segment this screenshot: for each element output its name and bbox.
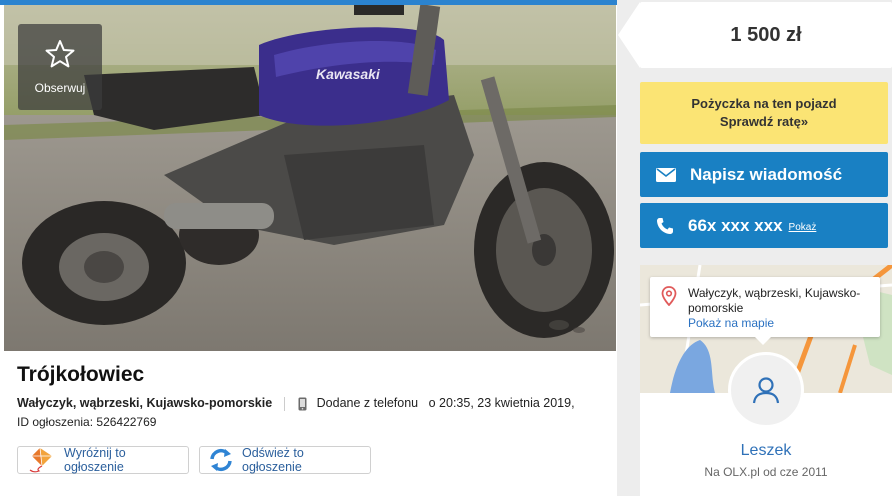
star-icon <box>45 40 75 68</box>
ad-id-label: ID ogłoszenia: <box>17 415 94 429</box>
kite-icon <box>26 447 56 473</box>
added-at: o 20:35, 23 kwietnia 2019, <box>428 396 575 410</box>
promote-button[interactable]: Wyróżnij to ogłoszenie <box>17 446 189 474</box>
seller-since: Na OLX.pl od cze 2011 <box>704 465 828 479</box>
refresh-label: Odśwież to ogłoszenie <box>242 446 304 474</box>
meta-divider <box>283 396 285 411</box>
listing-panel: Kawasaki Obserwuj Trójkołowiec Wałyczyk,… <box>0 0 617 496</box>
loan-line2: Sprawdź ratę» <box>719 114 809 129</box>
seller-card: Wałyczyk, wąbrzeski, Kujawsko-pomorskie … <box>640 265 892 496</box>
mobile-phone-icon <box>298 397 307 411</box>
price-value: 1 500 zł <box>730 23 802 46</box>
listing-title: Trójkołowiec <box>17 363 145 386</box>
location-address: Wałyczyk, wąbrzeski, Kujawsko-pomorskie <box>688 286 861 315</box>
sidebar: 1 500 zł Pożyczka na ten pojazd Sprawdź … <box>618 0 892 496</box>
refresh-icon <box>208 448 234 472</box>
phone-show-link[interactable]: Pokaż <box>789 222 817 233</box>
listing-meta: Wałyczyk, wąbrzeski, Kujawsko-pomorskie … <box>17 396 575 411</box>
ad-id-line: ID ogłoszenia: 526422769 <box>17 415 156 429</box>
listing-photo[interactable]: Kawasaki Obserwuj <box>4 5 616 351</box>
ad-id-value: 526422769 <box>96 415 157 429</box>
envelope-icon <box>656 167 676 182</box>
loan-banner[interactable]: Pożyczka na ten pojazd Sprawdź ratę» <box>640 82 888 144</box>
show-on-map-link[interactable]: Pokaż na mapie <box>688 316 774 330</box>
send-message-label: Napisz wiadomość <box>690 164 843 184</box>
phone-icon <box>656 217 674 235</box>
phone-button[interactable]: 66x xxx xxx Pokaż <box>640 203 888 248</box>
location-popup-tail <box>755 337 771 345</box>
price-notch <box>618 2 640 68</box>
price-box: 1 500 zł <box>640 2 892 68</box>
tank-brand-text: Kawasaki <box>316 66 381 82</box>
user-icon <box>752 377 780 404</box>
observe-button[interactable]: Obserwuj <box>18 24 102 110</box>
loan-line1: Pożyczka na ten pojazd <box>691 96 837 111</box>
seller-name[interactable]: Leszek <box>640 442 892 460</box>
added-via: Dodane z telefonu <box>316 396 419 410</box>
observe-label: Obserwuj <box>34 81 86 95</box>
send-message-button[interactable]: Napisz wiadomość <box>640 152 888 197</box>
promote-label: Wyróżnij to ogłoszenie <box>64 446 126 474</box>
refresh-button[interactable]: Odśwież to ogłoszenie <box>199 446 371 474</box>
location-popup: Wałyczyk, wąbrzeski, Kujawsko-pomorskie … <box>650 277 880 337</box>
seller-avatar[interactable] <box>728 352 804 428</box>
listing-location: Wałyczyk, wąbrzeski, Kujawsko-pomorskie <box>17 396 273 410</box>
phone-number: 66x xxx xxx <box>688 215 783 235</box>
map-pin-icon <box>661 286 677 306</box>
